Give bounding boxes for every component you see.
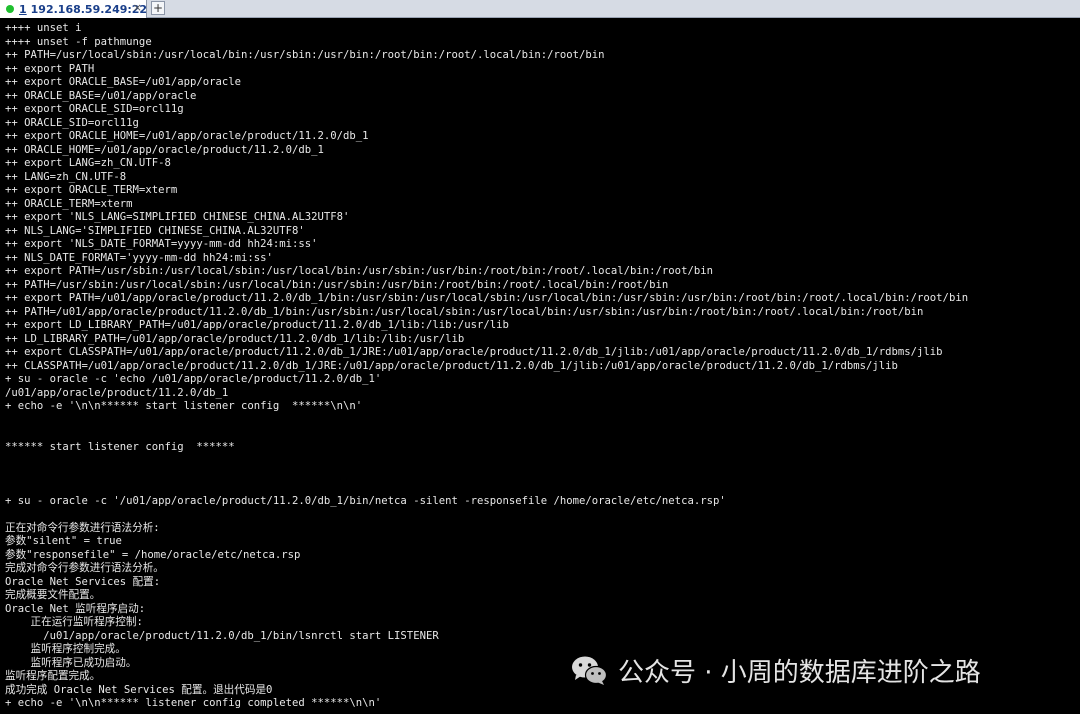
terminal-line: 完成对命令行参数进行语法分析。 [5,562,164,574]
terminal-line: ++ export CLASSPATH=/u01/app/oracle/prod… [5,346,943,358]
wechat-icon [572,656,608,685]
terminal-line: ++ LANG=zh_CN.UTF-8 [5,170,127,183]
tab-number: 1 [19,2,27,16]
terminal-line: ++ PATH=/usr/local/sbin:/usr/local/bin:/… [5,49,605,61]
terminal-line: ++ export PATH=/u01/app/oracle/product/1… [5,292,969,304]
terminal-line: + echo -e '\n\n****** start listener con… [5,400,363,412]
terminal-line: 参数"silent" = true [5,535,122,547]
terminal-line: ++ ORACLE_SID=orcl11g [5,116,139,129]
terminal-output[interactable]: ++++ unset i ++++ unset -f pathmunge ++ PA… [5,22,1077,710]
terminal-line: 参数"responsefile" = /home/oracle/etc/netc… [5,548,301,561]
terminal-line: ++ export PATH [5,62,95,75]
terminal-line: + su - oracle -c '/u01/app/oracle/produc… [5,494,726,507]
terminal-line: ++ ORACLE_HOME=/u01/app/oracle/product/1… [5,143,324,156]
terminal-line: ++ CLASSPATH=/u01/app/oracle/product/11.… [5,359,898,372]
terminal-line: ++ ORACLE_TERM=xterm [5,197,133,210]
terminal-line: 正在运行监听程序控制: [5,616,143,628]
terminal-line: ++ PATH=/usr/sbin:/usr/local/sbin:/usr/l… [5,278,669,291]
terminal-line: ++ PATH=/u01/app/oracle/product/11.2.0/d… [5,305,924,318]
tab-title: 192.168.59.249:22 [30,2,148,16]
terminal-line: 正在对命令行参数进行语法分析: [5,521,160,534]
terminal-line: + su - oracle -c 'echo /u01/app/oracle/p… [5,373,382,385]
terminal-line: ++ export LD_LIBRARY_PATH=/u01/app/oracl… [5,319,509,331]
ssh-terminal-window: 1 192.168.59.249:22 × + ++++ unset i ++++… [0,0,1080,714]
terminal-line: ++++ unset i [5,22,82,34]
terminal-line: + echo -e '\n\n****** listener config co… [5,697,382,709]
terminal-line: Oracle Net 监听程序启动: [5,602,146,615]
terminal-line: ++ export 'NLS_DATE_FORMAT=yyyy-mm-dd hh… [5,238,318,250]
terminal-line: ****** start listener config ****** [5,440,235,453]
terminal-line: ++ export ORACLE_HOME=/u01/app/oracle/pr… [5,130,369,142]
terminal-line: /u01/app/oracle/product/11.2.0/db_1/bin/… [5,629,439,642]
terminal-line: ++ export 'NLS_LANG=SIMPLIFIED CHINESE_C… [5,211,350,223]
terminal-line: ++ export PATH=/usr/sbin:/usr/local/sbin… [5,265,713,277]
terminal-line: ++ export ORACLE_TERM=xterm [5,184,178,196]
terminal-line: ++ ORACLE_BASE=/u01/app/oracle [5,89,197,102]
terminal-line: 完成概要文件配置。 [5,589,101,601]
terminal-line: ++++ unset -f pathmunge [5,35,152,48]
watermark-text: 公众号 · 小周的数据库进阶之路 [618,657,981,688]
new-tab-button[interactable]: + [151,1,165,15]
close-icon[interactable]: × [133,1,142,14]
session-tab[interactable]: 1 192.168.59.249:22 × [0,0,147,18]
terminal-line: Oracle Net Services 配置: [5,575,161,588]
terminal-line: ++ NLS_DATE_FORMAT='yyyy-mm-dd hh24:mi:s… [5,251,273,264]
terminal-line: ++ NLS_LANG='SIMPLIFIED CHINESE_CHINA.AL… [5,224,305,237]
terminal-line: ++ LD_LIBRARY_PATH=/u01/app/oracle/produ… [5,332,465,345]
terminal-line: ++ export LANG=zh_CN.UTF-8 [5,157,171,169]
terminal-line: /u01/app/oracle/product/11.2.0/db_1 [5,386,229,399]
connected-status-icon [6,5,14,13]
terminal-line: ++ export ORACLE_BASE=/u01/app/oracle [5,76,241,88]
tab-bar: 1 192.168.59.249:22 × + [0,0,1080,18]
watermark: 公众号 · 小周的数据库进阶之路 [570,652,981,688]
terminal-line: ++ export ORACLE_SID=orcl11g [5,103,184,115]
